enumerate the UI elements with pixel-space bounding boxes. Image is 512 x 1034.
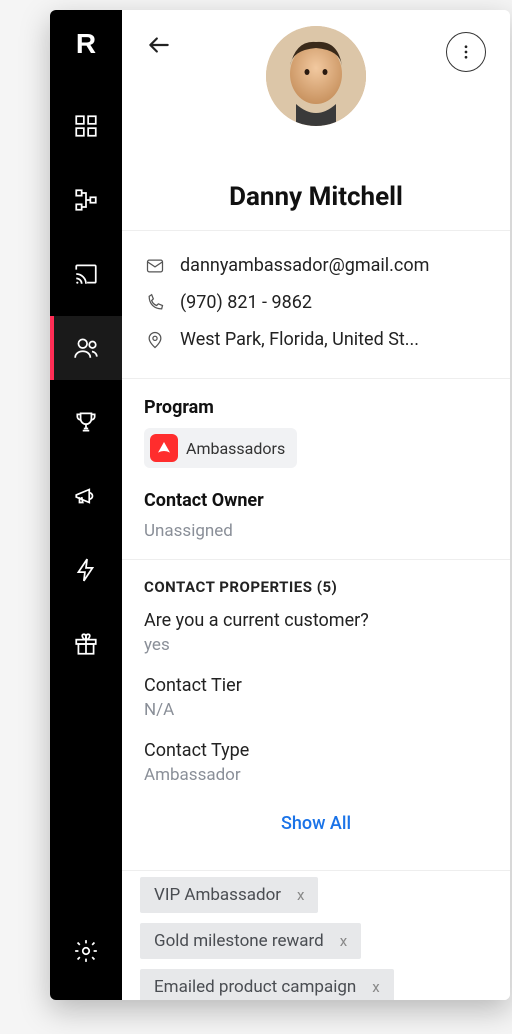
avatar (266, 26, 366, 126)
property-row: Are you a current customer? yes (144, 610, 488, 655)
property-value: Ambassador (144, 765, 488, 785)
email-value: dannyambassador@gmail.com (180, 255, 488, 276)
panel-header (122, 10, 510, 72)
cast-icon (73, 261, 99, 287)
tag-label: Emailed product campaign (154, 977, 356, 997)
sidebar-item-broadcast[interactable] (50, 242, 122, 306)
owner-value[interactable]: Unassigned (144, 521, 488, 541)
sidebar-item-rewards[interactable] (50, 390, 122, 454)
back-button[interactable] (146, 32, 172, 62)
location-row[interactable]: West Park, Florida, United St... (144, 321, 488, 358)
tag-chip[interactable]: Gold milestone reward x (140, 923, 361, 959)
owner-section: Contact Owner Unassigned (122, 486, 510, 559)
owner-label: Contact Owner (144, 490, 488, 511)
location-icon (144, 330, 166, 350)
sidebar-item-automations[interactable] (50, 538, 122, 602)
contact-panel: Danny Mitchell dannyambassador@gmail.com… (122, 10, 510, 1000)
sidebar-item-settings[interactable] (50, 926, 122, 976)
more-button[interactable] (446, 32, 486, 72)
grid-icon (73, 113, 99, 139)
trophy-icon (73, 409, 99, 435)
sidebar: R (50, 10, 122, 1000)
phone-value: (970) 821 - 9862 (180, 292, 488, 313)
tag-remove-icon[interactable]: x (340, 932, 347, 950)
sidebar-item-campaigns[interactable] (50, 464, 122, 528)
tree-icon (73, 187, 99, 213)
program-label: Program (144, 397, 488, 418)
sidebar-item-contacts[interactable] (50, 316, 122, 380)
properties-header: CONTACT PROPERTIES (5) (144, 578, 488, 596)
property-label: Contact Type (144, 740, 488, 761)
property-value: yes (144, 635, 488, 655)
program-value: Ambassadors (186, 439, 285, 458)
location-value: West Park, Florida, United St... (180, 329, 488, 350)
phone-row[interactable]: (970) 821 - 9862 (144, 284, 488, 321)
program-icon (150, 434, 178, 462)
program-chip[interactable]: Ambassadors (144, 428, 297, 468)
contact-name: Danny Mitchell (122, 182, 510, 230)
arrow-left-icon (146, 32, 172, 58)
property-label: Are you a current customer? (144, 610, 488, 631)
gift-icon (73, 631, 99, 657)
megaphone-icon (73, 483, 99, 509)
property-row: Contact Type Ambassador (144, 740, 488, 785)
people-icon (73, 335, 99, 361)
app-frame: R (50, 10, 510, 1000)
contact-info: dannyambassador@gmail.com (970) 821 - 98… (122, 231, 510, 378)
tag-label: VIP Ambassador (154, 885, 281, 905)
sidebar-nav (50, 94, 122, 926)
email-row[interactable]: dannyambassador@gmail.com (144, 247, 488, 284)
program-section: Program Ambassadors (122, 379, 510, 486)
sidebar-item-network[interactable] (50, 168, 122, 232)
tag-remove-icon[interactable]: x (372, 978, 379, 996)
sidebar-bottom (50, 926, 122, 1000)
more-vertical-icon (457, 43, 475, 61)
mail-icon (144, 256, 166, 276)
property-label: Contact Tier (144, 675, 488, 696)
phone-icon (144, 293, 166, 313)
tag-chip[interactable]: Emailed product campaign x (140, 969, 394, 1000)
tags-section: VIP Ambassador x Gold milestone reward x… (122, 871, 510, 1000)
tag-label: Gold milestone reward (154, 931, 324, 951)
tag-chip[interactable]: VIP Ambassador x (140, 877, 318, 913)
properties-section: CONTACT PROPERTIES (5) Are you a current… (122, 560, 510, 870)
sidebar-item-gifts[interactable] (50, 612, 122, 676)
app-logo: R (76, 28, 96, 60)
sidebar-item-dashboard[interactable] (50, 94, 122, 158)
avatar-image (266, 26, 366, 126)
tag-remove-icon[interactable]: x (297, 886, 304, 904)
property-row: Contact Tier N/A (144, 675, 488, 720)
show-all-button[interactable]: Show All (144, 805, 488, 852)
gear-icon (73, 938, 99, 964)
bolt-icon (73, 557, 99, 583)
property-value: N/A (144, 700, 488, 720)
